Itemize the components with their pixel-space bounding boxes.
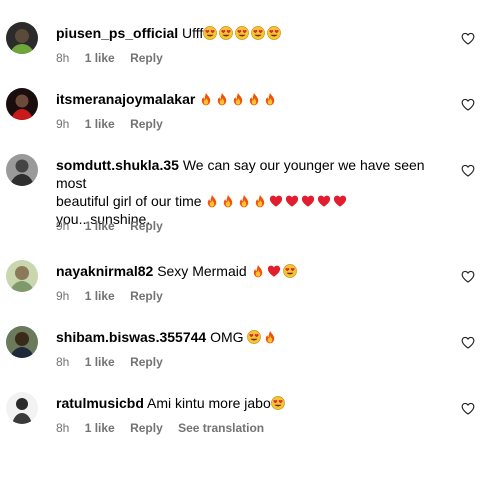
- fire-emoji-icon: [231, 92, 245, 106]
- comment-time: 9h: [56, 289, 70, 303]
- heart-outline-icon[interactable]: [461, 98, 475, 111]
- see-translation-link[interactable]: See translation: [178, 421, 264, 435]
- heart-eyes-emoji-icon: [203, 26, 217, 40]
- red-heart-emoji-icon: [317, 194, 331, 208]
- red-heart-emoji-icon: [285, 194, 299, 208]
- comment-likes[interactable]: 1 like: [85, 51, 115, 65]
- comment-username[interactable]: piusen_ps_official: [56, 25, 178, 41]
- comment-body: piusen_ps_official Ufff: [56, 24, 456, 42]
- comment-meta: 8h 1 like Reply: [56, 51, 175, 65]
- comment-likes[interactable]: 1 like: [85, 289, 115, 303]
- comment-text: OMG: [210, 329, 244, 345]
- comment-time: 9h: [56, 117, 70, 131]
- comment-username[interactable]: itsmeranajoymalakar: [56, 91, 195, 107]
- comment-time: 8h: [56, 51, 70, 65]
- reply-button[interactable]: Reply: [130, 355, 163, 369]
- comment-meta: 8h 1 like Reply: [56, 355, 175, 369]
- red-heart-emoji-icon: [269, 194, 283, 208]
- fire-emoji-icon: [237, 194, 251, 208]
- comment-likes[interactable]: 1 like: [85, 421, 115, 435]
- fire-emoji-icon: [215, 92, 229, 106]
- comment-time: 8h: [56, 355, 70, 369]
- reply-button[interactable]: Reply: [130, 117, 163, 131]
- comment-username[interactable]: nayaknirmal82: [56, 263, 153, 279]
- comment-meta: 9h 1 like Reply: [56, 117, 175, 131]
- heart-eyes-emoji-icon: [247, 330, 261, 344]
- heart-eyes-emoji-icon: [219, 26, 233, 40]
- red-heart-emoji-icon: [301, 194, 315, 208]
- fire-emoji-icon: [263, 330, 277, 344]
- avatar[interactable]: [6, 326, 38, 358]
- comment-meta: 9h 1 like Reply: [56, 289, 175, 303]
- fire-emoji-icon: [205, 194, 219, 208]
- comment-likes[interactable]: 1 like: [85, 117, 115, 131]
- avatar[interactable]: [6, 88, 38, 120]
- red-heart-emoji-icon: [267, 264, 281, 278]
- comment-username[interactable]: somdutt.shukla.35: [56, 157, 179, 173]
- comment-username[interactable]: shibam.biswas.355744: [56, 329, 206, 345]
- red-heart-emoji-icon: [333, 194, 347, 208]
- comment-meta: 8h 1 like Reply See translation: [56, 421, 276, 435]
- avatar[interactable]: [6, 392, 38, 424]
- fire-emoji-icon: [251, 264, 265, 278]
- comment-time: 8h: [56, 421, 70, 435]
- comment-meta: 9h 1 like Reply: [56, 219, 175, 233]
- reply-button[interactable]: Reply: [130, 421, 163, 435]
- comment-body: nayaknirmal82 Sexy Mermaid: [56, 262, 456, 280]
- avatar[interactable]: [6, 154, 38, 186]
- comment-likes[interactable]: 1 like: [85, 355, 115, 369]
- heart-eyes-emoji-icon: [267, 26, 281, 40]
- heart-outline-icon[interactable]: [461, 336, 475, 349]
- comment-text: Ufff: [182, 25, 204, 41]
- comment-body: ratulmusicbd Ami kintu more jabo: [56, 394, 456, 412]
- heart-outline-icon[interactable]: [461, 164, 475, 177]
- heart-eyes-emoji-icon: [271, 396, 285, 410]
- comment-text: beautiful girl of our time: [56, 193, 202, 209]
- heart-eyes-emoji-icon: [251, 26, 265, 40]
- reply-button[interactable]: Reply: [130, 289, 163, 303]
- comment-likes[interactable]: 1 like: [85, 219, 115, 233]
- reply-button[interactable]: Reply: [130, 51, 163, 65]
- comment-text: Sexy Mermaid: [157, 263, 247, 279]
- comment-time: 9h: [56, 219, 70, 233]
- avatar[interactable]: [6, 22, 38, 54]
- comment-username[interactable]: ratulmusicbd: [56, 395, 144, 411]
- comment-body: itsmeranajoymalakar: [56, 90, 456, 108]
- heart-outline-icon[interactable]: [461, 270, 475, 283]
- fire-emoji-icon: [221, 194, 235, 208]
- reply-button[interactable]: Reply: [130, 219, 163, 233]
- heart-outline-icon[interactable]: [461, 402, 475, 415]
- comment-body: somdutt.shukla.35 We can say our younger…: [56, 156, 456, 228]
- avatar[interactable]: [6, 260, 38, 292]
- comment-text: Ami kintu more jabo: [147, 395, 271, 411]
- fire-emoji-icon: [263, 92, 277, 106]
- heart-eyes-emoji-icon: [235, 26, 249, 40]
- heart-outline-icon[interactable]: [461, 32, 475, 45]
- fire-emoji-icon: [199, 92, 213, 106]
- fire-emoji-icon: [247, 92, 261, 106]
- comment-body: shibam.biswas.355744 OMG: [56, 328, 456, 346]
- fire-emoji-icon: [253, 194, 267, 208]
- heart-eyes-emoji-icon: [283, 264, 297, 278]
